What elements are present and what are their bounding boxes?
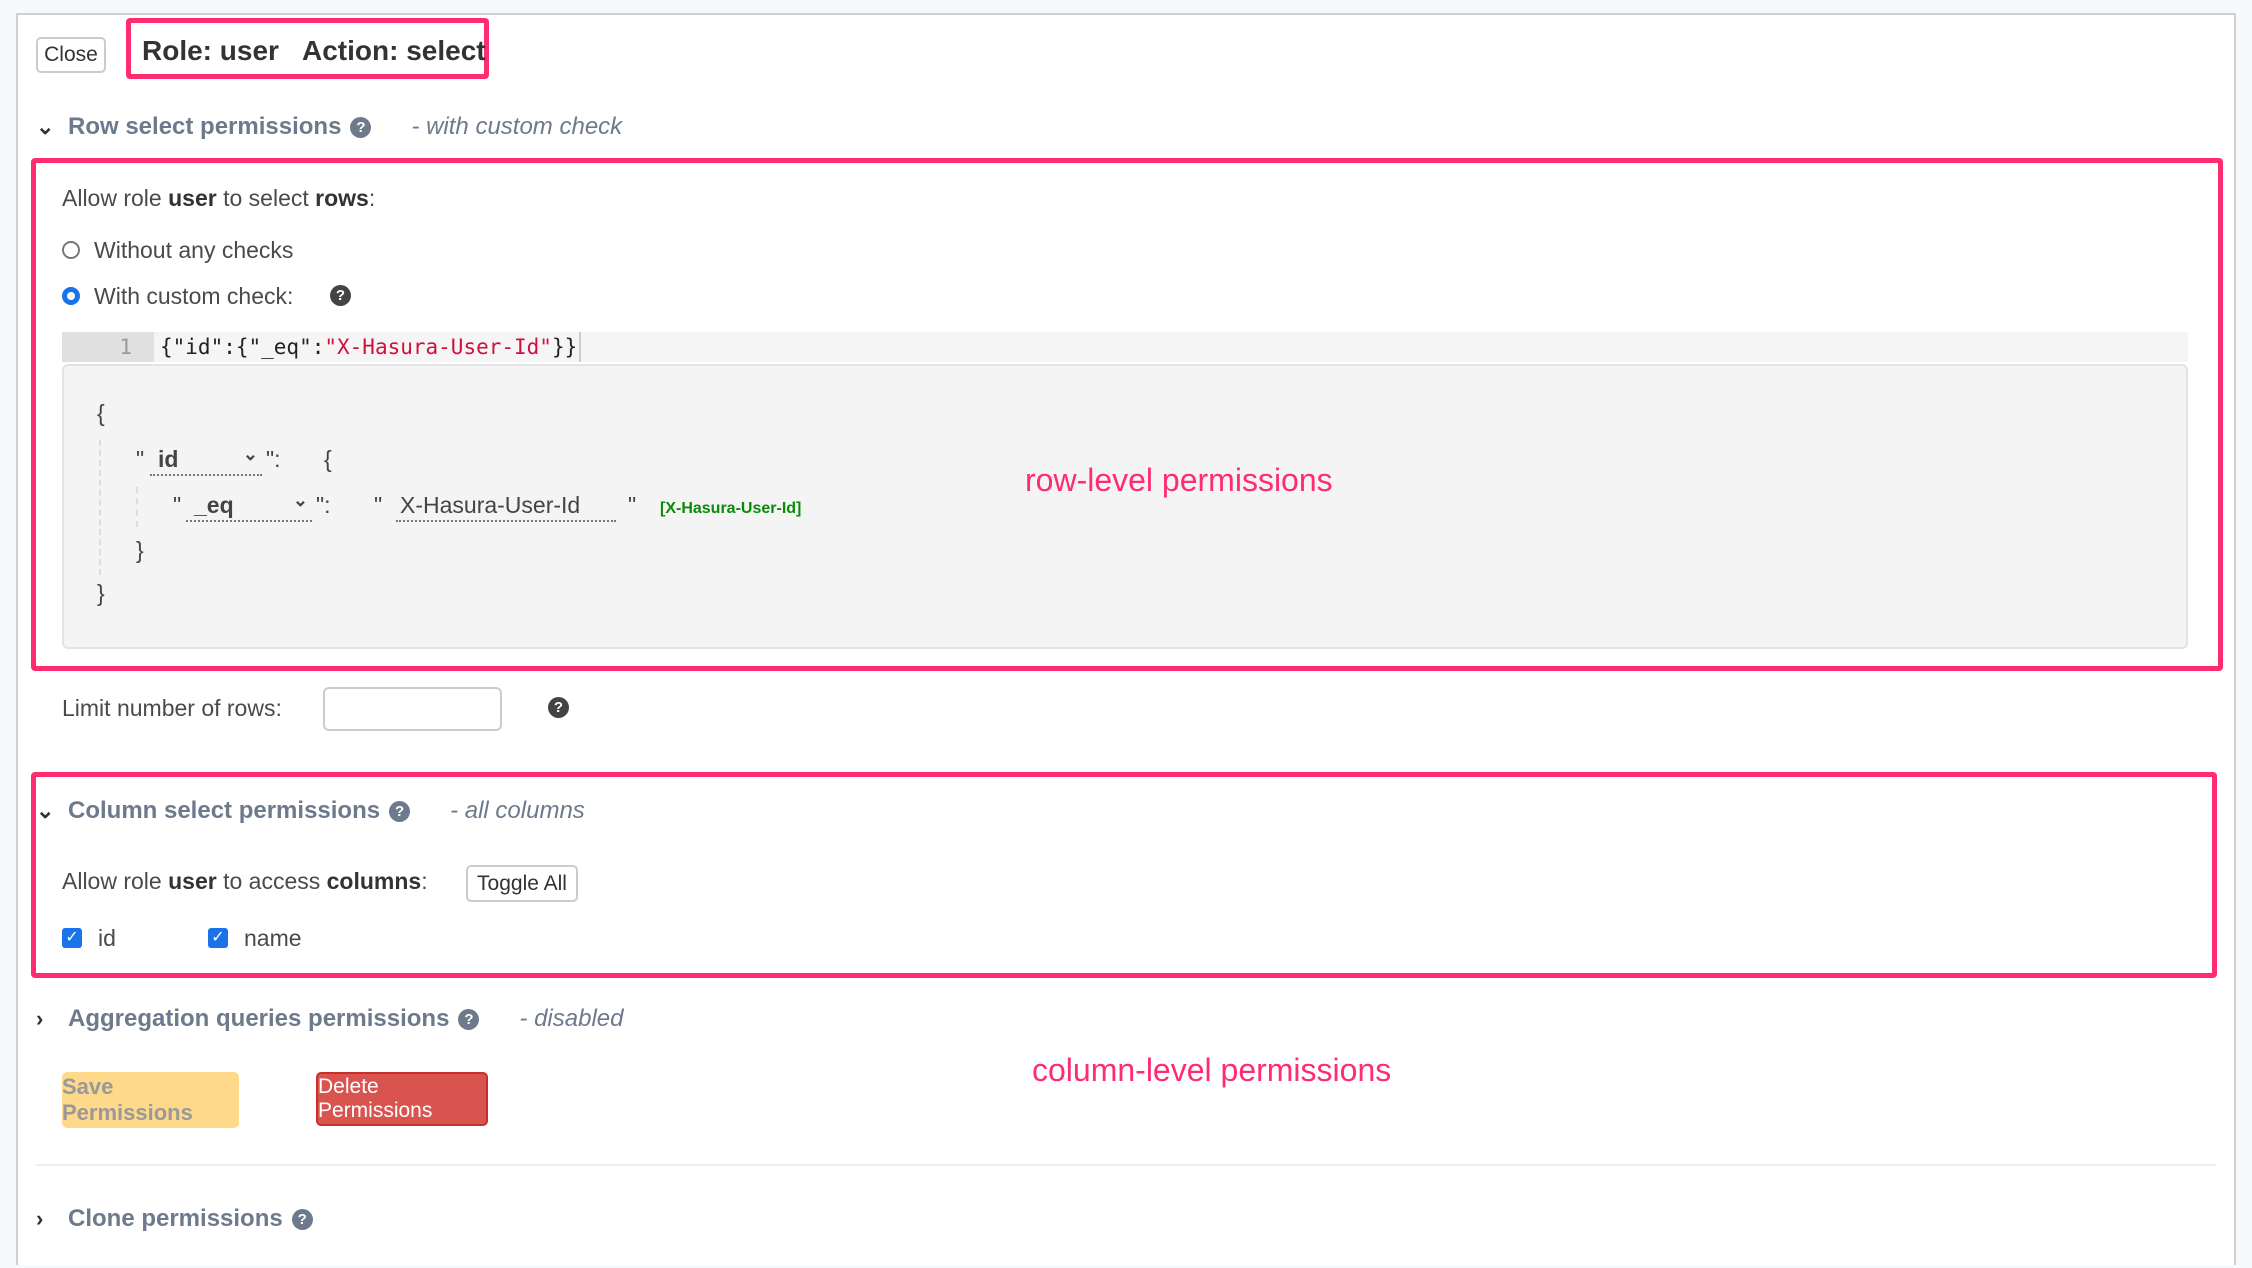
allow-role: user <box>168 185 217 211</box>
checkbox-checked-icon[interactable]: ✓ <box>62 927 82 948</box>
close-brace: } <box>97 580 105 606</box>
help-icon[interactable]: ? <box>350 116 372 138</box>
chevron-down-icon: ⌄ <box>36 798 55 823</box>
action-label: Action: select <box>302 35 486 66</box>
allow-suffix: : <box>421 868 428 894</box>
nested-close-brace: } <box>136 537 144 563</box>
field-select-value: id <box>158 446 179 472</box>
column-allow-text: Allow role user to access columns: <box>62 868 428 895</box>
save-permissions-button[interactable]: Save Permissions <box>62 1072 239 1128</box>
quote: " <box>374 492 383 518</box>
column-permissions-toggle[interactable]: ⌄ Column select permissions ? - all colu… <box>36 797 585 825</box>
column-level-annotation: column-level permissions <box>1032 1052 1392 1088</box>
operator-select-value: _eq <box>194 492 234 518</box>
clone-permissions-title: Clone permissions <box>68 1205 283 1232</box>
indent-guide <box>99 440 101 575</box>
code-json-end: }} <box>551 335 578 359</box>
row-permissions-title: Row select permissions <box>68 113 342 140</box>
nested-open-brace: { <box>324 446 332 472</box>
column-checkbox-id[interactable]: ✓ id <box>62 925 116 952</box>
code-string: "X-Hasura-User-Id" <box>324 335 552 359</box>
help-icon[interactable]: ? <box>291 1208 313 1230</box>
aggregation-permissions-toggle[interactable]: › Aggregation queries permissions ? - di… <box>36 1005 623 1033</box>
code-json: {"id":{"_eq": <box>160 335 325 359</box>
close-button[interactable]: Close <box>36 37 106 73</box>
chevron-down-icon: ⌄ <box>242 444 258 464</box>
chevron-right-icon: › <box>36 1006 44 1031</box>
limit-rows-label: Limit number of rows: <box>62 695 282 721</box>
delete-permissions-button[interactable]: Delete Permissions <box>316 1072 488 1126</box>
row-permissions-toggle[interactable]: ⌄ Row select permissions ? - with custom… <box>36 113 622 141</box>
field-select[interactable]: id ⌄ <box>150 444 262 476</box>
row-level-annotation: row-level permissions <box>1025 462 1333 498</box>
value-input-text: X-Hasura-User-Id <box>400 492 581 518</box>
help-icon[interactable]: ? <box>389 800 411 822</box>
role-label: Role: user <box>142 35 279 66</box>
chevron-right-icon: › <box>36 1206 44 1231</box>
column-permissions-subtitle: - all columns <box>450 797 585 824</box>
aggregation-permissions-title: Aggregation queries permissions <box>68 1005 450 1032</box>
quote: " <box>136 446 145 472</box>
chevron-down-icon: ⌄ <box>36 114 55 139</box>
row-permissions-subtitle: - with custom check <box>411 113 623 140</box>
radio-label: With custom check: <box>94 283 294 309</box>
help-icon[interactable]: ? <box>330 285 351 306</box>
radio-without-checks[interactable]: Without any checks <box>62 237 293 264</box>
limit-rows-input[interactable] <box>323 687 502 731</box>
indent-guide <box>136 487 138 527</box>
allow-prefix: Allow role <box>62 868 169 894</box>
radio-button[interactable] <box>62 240 80 259</box>
checkbox-checked-icon[interactable]: ✓ <box>208 927 228 948</box>
quote: " <box>173 492 182 518</box>
allow-suffix: : <box>368 185 376 211</box>
operator-select[interactable]: _eq ⌄ <box>186 490 312 522</box>
code-line[interactable]: {"id":{"_eq":"X-Hasura-User-Id"}} <box>160 332 582 362</box>
chevron-down-icon: ⌄ <box>292 490 308 510</box>
clone-permissions-toggle[interactable]: › Clone permissions ? <box>36 1205 313 1233</box>
value-input[interactable]: X-Hasura-User-Id <box>396 492 616 522</box>
allow-target: rows <box>315 185 369 211</box>
help-icon[interactable]: ? <box>458 1008 480 1030</box>
session-variable-hint: [X-Hasura-User-Id] <box>660 500 802 517</box>
quote: " <box>628 492 637 518</box>
help-icon[interactable]: ? <box>548 697 569 718</box>
aggregation-permissions-subtitle: - disabled <box>519 1005 624 1032</box>
radio-label: Without any checks <box>94 237 294 263</box>
column-checkbox-name[interactable]: ✓ name <box>208 925 302 952</box>
column-permissions-title: Column select permissions <box>68 797 381 824</box>
radio-button-selected[interactable] <box>62 286 80 305</box>
code-editor[interactable]: 1 {"id":{"_eq":"X-Hasura-User-Id"}} <box>62 332 2188 362</box>
row-allow-text: Allow role user to select rows: <box>62 185 375 212</box>
allow-target: columns <box>326 868 422 894</box>
column-name: name <box>244 925 302 951</box>
column-name: id <box>98 925 116 951</box>
allow-role: user <box>168 868 217 894</box>
line-number: 1 <box>62 332 154 362</box>
colon: ": <box>266 446 281 472</box>
allow-prefix: Allow role <box>62 185 169 211</box>
allow-mid: to select <box>216 185 316 211</box>
divider <box>36 1164 2216 1166</box>
radio-with-custom-check[interactable]: With custom check: <box>62 283 293 310</box>
open-brace: { <box>97 400 105 426</box>
allow-mid: to access <box>216 868 327 894</box>
toggle-all-button[interactable]: Toggle All <box>466 865 578 902</box>
colon: ": <box>316 492 331 518</box>
